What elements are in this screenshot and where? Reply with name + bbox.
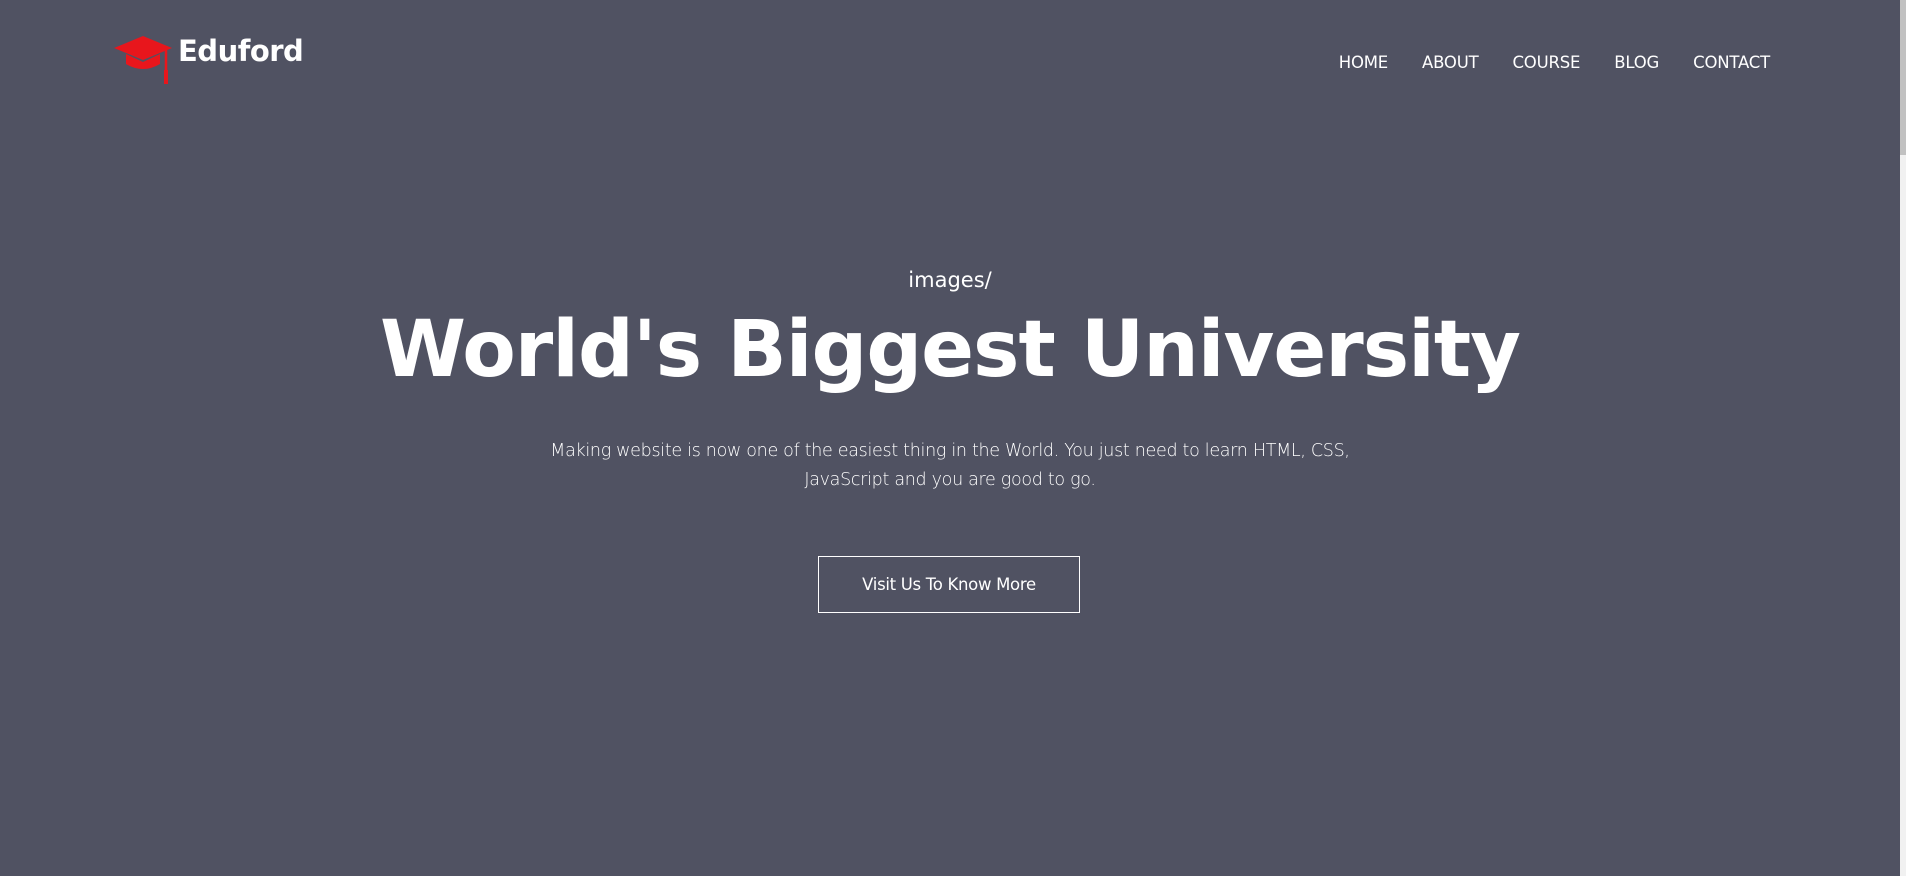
nav-item-home[interactable]: HOME: [1339, 53, 1388, 72]
hero-description: Making website is now one of the easiest…: [550, 441, 1350, 490]
nav-item-course[interactable]: COURSE: [1512, 53, 1580, 72]
navbar: Eduford HOME ABOUT COURSE BLOG CONTACT: [0, 0, 1900, 110]
nav-links: HOME ABOUT COURSE BLOG CONTACT: [1305, 53, 1770, 72]
visit-us-button[interactable]: Visit Us To Know More: [818, 556, 1080, 613]
nav-item-contact[interactable]: CONTACT: [1693, 53, 1770, 72]
brand-logo[interactable]: Eduford: [112, 32, 304, 88]
hero-title: World's Biggest University: [379, 305, 1521, 395]
page-scrollbar[interactable]: [1900, 0, 1906, 876]
graduation-cap-icon: [114, 36, 172, 84]
nav-item-blog[interactable]: BLOG: [1614, 53, 1659, 72]
nav-item-about[interactable]: ABOUT: [1422, 53, 1479, 72]
brand-name: Eduford: [178, 34, 304, 68]
scrollbar-thumb[interactable]: [1900, 0, 1906, 155]
hero-kicker: images/: [908, 268, 992, 292]
